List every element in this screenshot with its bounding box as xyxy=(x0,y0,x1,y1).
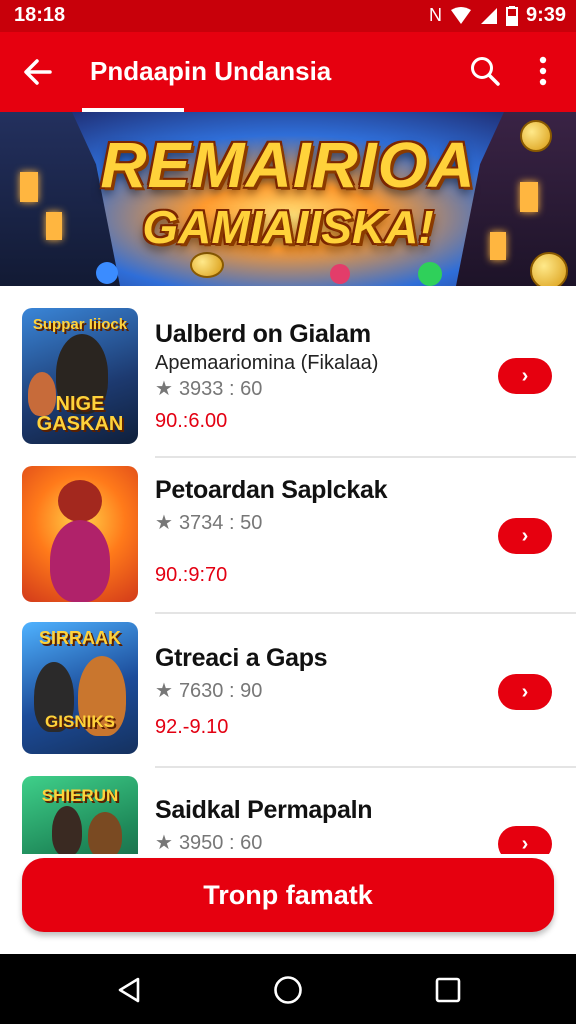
system-nav-bar xyxy=(0,954,576,1024)
item-title: Saidkal Permapaln xyxy=(155,796,373,824)
nav-home-icon xyxy=(274,976,302,1004)
banner-subheadline: GAMIAIISKA! xyxy=(142,201,434,253)
nfc-icon: N xyxy=(428,5,442,25)
item-subtitle: Apemaariomina (Fikalaa) xyxy=(155,352,379,374)
banner-gem xyxy=(96,262,118,284)
game-thumbnail xyxy=(22,466,138,602)
thumb-figure xyxy=(52,806,82,854)
thumb-caption: GISNIKS xyxy=(45,712,115,731)
open-item-button[interactable]: › xyxy=(498,826,552,854)
banner-gem xyxy=(418,262,442,286)
rating-value: 3933 : 60 xyxy=(178,378,263,400)
chevron-right-icon: › xyxy=(521,525,529,547)
star-icon: ★ xyxy=(155,832,173,854)
more-options-button[interactable] xyxy=(530,54,556,88)
list-item[interactable]: SIRRAAK GISNIKS Gtreaci a Gaps ★ 7630 : 9… xyxy=(0,622,576,778)
list-item[interactable]: Petoardan Saplckak ★ 3734 : 50 90.:9:70 › xyxy=(0,464,576,620)
open-item-button[interactable]: › xyxy=(498,358,552,394)
item-price: 90.:6.00 xyxy=(155,410,228,432)
chevron-right-icon: › xyxy=(521,833,529,854)
divider xyxy=(155,612,576,614)
game-list: Suppar Iiiock NIGE GASKAN Ualberd on Gia… xyxy=(0,286,576,854)
open-item-button[interactable]: › xyxy=(498,674,552,710)
item-title: Gtreaci a Gaps xyxy=(155,644,328,672)
signal-icon xyxy=(480,7,497,24)
list-item[interactable]: Suppar Iiiock NIGE GASKAN Ualberd on Gia… xyxy=(0,306,576,462)
nav-back-icon xyxy=(118,977,140,1003)
thumb-figure xyxy=(58,480,102,522)
nav-recent-icon xyxy=(435,977,461,1003)
app-bar: Pndaapin Undansia xyxy=(0,32,576,112)
divider xyxy=(155,456,576,458)
star-icon: ★ xyxy=(155,378,173,400)
game-thumbnail: SIRRAAK GISNIKS xyxy=(22,622,138,754)
status-bar: 18:18 N 9:39 xyxy=(0,0,576,32)
battery-icon xyxy=(505,5,518,26)
game-thumbnail: Suppar Iiiock NIGE GASKAN xyxy=(22,308,138,444)
thumb-figure xyxy=(50,520,110,602)
star-icon: ★ xyxy=(155,512,173,534)
thumb-title: SHIERUN xyxy=(41,786,119,805)
thumb-title: Suppar Iiiock xyxy=(32,316,128,333)
banner-headline: REMAIRIOA xyxy=(100,129,476,201)
item-rating: ★ 7630 : 90 xyxy=(155,678,262,703)
status-icons: N 9:39 xyxy=(429,4,566,27)
item-title: Petoardan Saplckak xyxy=(155,476,388,504)
thumb-caption: NIGE GASKAN xyxy=(36,393,124,435)
chevron-right-icon: › xyxy=(521,365,529,387)
item-rating: ★ 3933 : 60 xyxy=(155,376,262,401)
rating-value: 7630 : 90 xyxy=(178,680,263,702)
item-price: 90.:9:70 xyxy=(155,564,228,586)
game-thumbnail: SHIERUN xyxy=(22,776,138,854)
thumb-figure xyxy=(88,812,122,854)
promo-banner[interactable]: REMAIRIOA GAMIAIISKA! xyxy=(0,112,576,286)
item-rating: ★ 3950 : 60 xyxy=(155,830,262,854)
back-button[interactable] xyxy=(20,54,56,90)
status-clock: 9:39 xyxy=(525,4,566,26)
more-vert-icon xyxy=(539,56,547,86)
divider xyxy=(155,766,576,768)
cta-container: Tronp famatk xyxy=(0,854,576,954)
wifi-icon xyxy=(450,6,471,24)
open-item-button[interactable]: › xyxy=(498,518,552,554)
star-icon: ★ xyxy=(155,680,173,702)
nav-home-button[interactable] xyxy=(272,974,304,1006)
rating-value: 3734 : 50 xyxy=(178,512,263,534)
banner-coin xyxy=(530,252,568,286)
banner-gem xyxy=(330,264,350,284)
nav-back-button[interactable] xyxy=(114,974,146,1006)
item-price: 92.-9.10 xyxy=(155,716,229,738)
thumb-title: SIRRAAK xyxy=(38,628,121,648)
search-button[interactable] xyxy=(468,54,502,88)
rating-value: 3950 : 60 xyxy=(178,832,263,854)
banner-coin xyxy=(190,252,224,278)
nav-recent-button[interactable] xyxy=(432,974,464,1006)
primary-action-button[interactable]: Tronp famatk xyxy=(22,858,554,932)
chevron-right-icon: › xyxy=(521,681,529,703)
item-title: Ualberd on Gialam xyxy=(155,320,371,348)
list-item[interactable]: SHIERUN Saidkal Permapaln ★ 3950 : 60 › xyxy=(0,776,576,854)
back-arrow-icon xyxy=(24,59,52,85)
status-time: 18:18 xyxy=(14,4,66,26)
item-rating: ★ 3734 : 50 xyxy=(155,510,262,535)
search-icon xyxy=(471,57,500,86)
page-title: Pndaapin Undansia xyxy=(90,56,332,86)
